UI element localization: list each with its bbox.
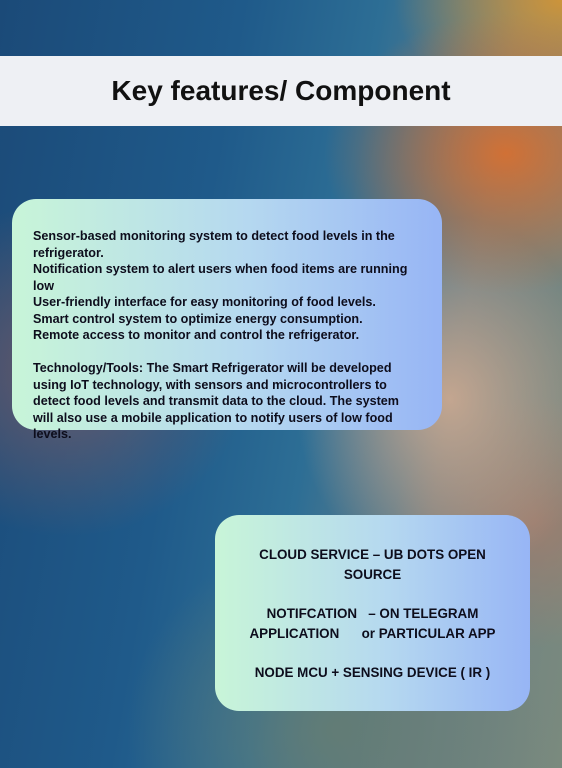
notification-line: APPLICATION or PARTICULAR APP	[249, 626, 496, 641]
cloud-service-line: SOURCE	[343, 567, 402, 582]
feature-item: User-friendly interface for easy monitor…	[33, 295, 376, 309]
notification-line: NOTIFCATION – ON TELEGRAM	[266, 606, 479, 621]
cloud-service-line: CLOUD SERVICE – UB DOTS OPEN	[259, 547, 486, 562]
feature-item: Sensor-based monitoring system to detect…	[33, 229, 395, 260]
features-card: Sensor-based monitoring system to detect…	[12, 199, 442, 441]
feature-item: Smart control system to optimize energy …	[33, 311, 363, 326]
page-title: Key features/ Component	[111, 75, 451, 106]
components-card: CLOUD SERVICE – UB DOTS OPEN SOURCE NOTI…	[215, 515, 530, 711]
technology-paragraph: Technology/Tools: The Smart Refrigerator…	[33, 361, 399, 441]
title-banner: Key features/ Component	[0, 56, 562, 126]
feature-item: Remote access to monitor and control the…	[33, 328, 360, 342]
node-mcu-line: NODE MCU + SENSING DEVICE ( IR )	[254, 665, 491, 680]
feature-item: Notification system to alert users when …	[33, 262, 408, 293]
